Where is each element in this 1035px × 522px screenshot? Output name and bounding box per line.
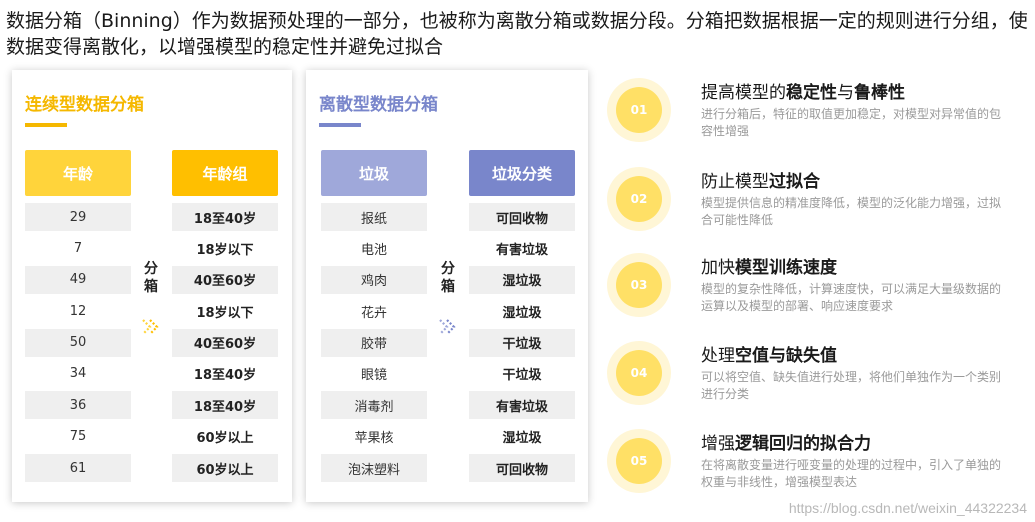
- table-cell: 湿垃圾: [502, 431, 542, 447]
- garbage-header: 垃圾: [321, 150, 427, 196]
- age-group-header: 年龄组: [172, 150, 278, 196]
- title-underline: [25, 123, 67, 127]
- number-badge: 05: [607, 429, 671, 493]
- feature-item: 01 提高模型的稳定性与鲁棒性 进行分箱后，特征的取值更加稳定，对模型对异常值的…: [607, 78, 1027, 160]
- number-badge: 03: [607, 253, 671, 317]
- table-cell: 7: [73, 240, 83, 256]
- table-cell: 干垃圾: [469, 328, 575, 357]
- table-cell: 可回收物: [469, 454, 575, 483]
- table-cell: 18至40岁: [193, 368, 257, 384]
- feature-description: 模型提供信息的精准度降低，模型的泛化能力增强，过拟合可能性降低: [701, 196, 1002, 227]
- table-cell: 50: [25, 328, 131, 357]
- feature-description: 模型的复杂性降低，计算速度快，可以满足大量级数据的运算以及模型的部署、响应速度要…: [701, 282, 1002, 313]
- table-cell: 花卉: [360, 305, 387, 321]
- number-badge: 04: [607, 341, 671, 405]
- garbage-category-column: 垃圾分类 可回收物 有害垃圾 湿垃圾 湿垃圾 干垃圾 干垃圾 有害垃圾 湿垃圾 …: [469, 150, 575, 483]
- table-cell: 眼镜: [360, 368, 387, 384]
- feature-item: 03 加快模型训练速度 模型的复杂性降低，计算速度快，可以满足大量级数据的运算以…: [607, 253, 1027, 335]
- table-cell: 34: [69, 366, 87, 382]
- table-cell: 可回收物: [469, 203, 575, 231]
- table-cell: 电池: [360, 242, 387, 258]
- feature-title: 提高模型的稳定性与鲁棒性: [701, 83, 905, 103]
- table-cell: 40至60岁: [172, 328, 278, 357]
- table-cell: 60岁以上: [172, 454, 278, 483]
- feature-description: 可以将空值、缺失值进行处理，将他们单独作为一个类别进行分类: [701, 370, 1002, 401]
- card-title: 离散型数据分箱: [319, 95, 438, 115]
- number-badge-label: 02: [616, 176, 662, 222]
- discrete-binning-card: 离散型数据分箱 垃圾 报纸 电池 鸡肉 花卉 胶带 眼镜 消毒剂 苹果核 泡沫塑…: [306, 70, 588, 502]
- title-underline: [319, 123, 361, 127]
- table-cell: 报纸: [321, 203, 427, 231]
- table-cell: 49: [25, 265, 131, 294]
- table-cell: 60岁以上: [196, 431, 254, 447]
- garbage-column: 垃圾 报纸 电池 鸡肉 花卉 胶带 眼镜 消毒剂 苹果核 泡沫塑料: [321, 150, 427, 483]
- feature-description: 在将离散变量进行哑变量的处理的过程中，引入了单独的权重与非线性，增强模型表达: [701, 458, 1002, 489]
- chevron-right-icon: [142, 319, 159, 335]
- feature-item: 02 防止模型过拟合 模型提供信息的精准度降低，模型的泛化能力增强，过拟合可能性…: [607, 167, 1027, 249]
- table-cell: 18岁以下: [196, 242, 254, 258]
- table-cell: 干垃圾: [502, 368, 542, 384]
- table-cell: 61: [25, 454, 131, 483]
- binning-label: 分箱: [441, 261, 455, 295]
- feature-title: 处理空值与缺失值: [701, 346, 837, 366]
- feature-title: 防止模型过拟合: [701, 172, 820, 192]
- table-cell: 苹果核: [354, 431, 394, 447]
- number-badge-label: 04: [616, 350, 662, 396]
- number-badge-label: 01: [616, 87, 662, 133]
- feature-description: 进行分箱后，特征的取值更加稳定，对模型对异常值的包容性增强: [701, 107, 1002, 138]
- table-cell: 消毒剂: [321, 391, 427, 420]
- table-cell: 胶带: [321, 328, 427, 357]
- age-header: 年龄: [25, 150, 131, 196]
- feature-title: 加快模型训练速度: [701, 258, 837, 278]
- number-badge-label: 03: [616, 262, 662, 308]
- chevron-right-icon: [439, 319, 456, 335]
- intro-text: 数据分箱（Binning）作为数据预处理的一部分，也被称为离散分箱或数据分段。分…: [6, 10, 1028, 58]
- garbage-category-header: 垃圾分类: [469, 150, 575, 196]
- table-cell: 有害垃圾: [495, 242, 548, 258]
- table-cell: 湿垃圾: [502, 305, 542, 321]
- table-cell: 75: [69, 429, 87, 445]
- table-cell: 40至60岁: [172, 265, 278, 294]
- card-title: 连续型数据分箱: [25, 95, 144, 115]
- table-cell: 36: [25, 391, 131, 420]
- table-cell: 18至40岁: [172, 203, 278, 231]
- table-cell: 29: [25, 203, 131, 231]
- table-cell: 湿垃圾: [469, 265, 575, 294]
- number-badge: 02: [607, 167, 671, 231]
- table-cell: 鸡肉: [321, 265, 427, 294]
- age-group-column: 年龄组 18至40岁 18岁以下 40至60岁 18岁以下 40至60岁 18至…: [172, 150, 278, 483]
- feature-title: 增强逻辑回归的拟合力: [701, 434, 871, 454]
- number-badge-label: 05: [616, 438, 662, 484]
- table-cell: 12: [69, 303, 87, 319]
- binning-label: 分箱: [144, 261, 158, 295]
- continuous-binning-card: 连续型数据分箱 年龄 29 7 49 12 50 34 36 75 61 分箱 …: [12, 70, 292, 502]
- feature-item: 04 处理空值与缺失值 可以将空值、缺失值进行处理，将他们单独作为一个类别进行分…: [607, 341, 1027, 423]
- age-column: 年龄 29 7 49 12 50 34 36 75 61: [25, 150, 131, 483]
- number-badge: 01: [607, 78, 671, 142]
- watermark: https://blog.csdn.net/weixin_44322234: [788, 500, 1027, 516]
- table-cell: 18岁以下: [196, 305, 254, 321]
- feature-item: 05 增强逻辑回归的拟合力 在将离散变量进行哑变量的处理的过程中，引入了单独的权…: [607, 429, 1027, 511]
- table-cell: 有害垃圾: [469, 391, 575, 420]
- table-cell: 18至40岁: [172, 391, 278, 420]
- table-cell: 泡沫塑料: [321, 454, 427, 483]
